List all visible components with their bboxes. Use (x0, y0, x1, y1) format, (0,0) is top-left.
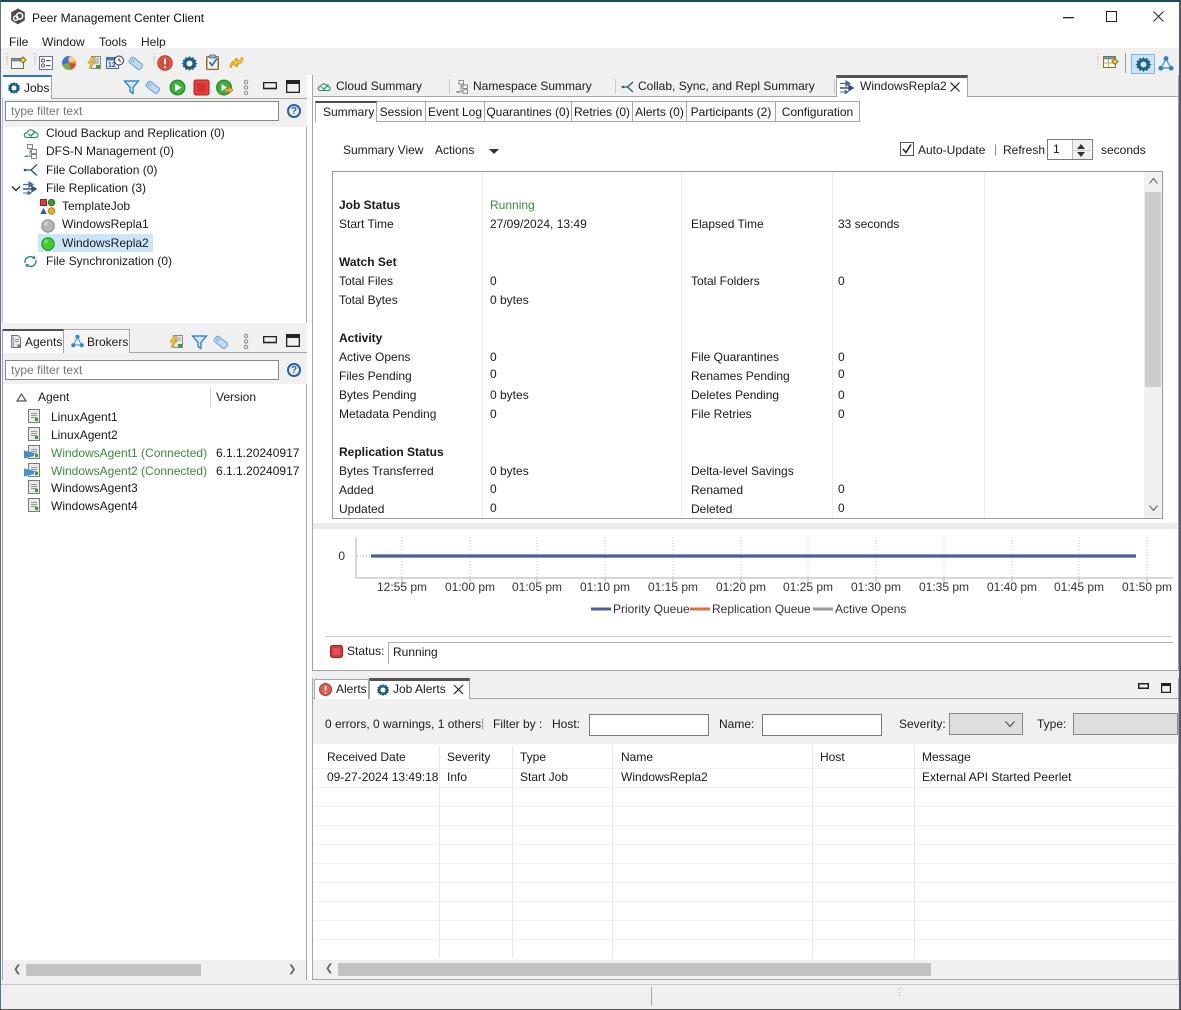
svg-text:01:35 pm: 01:35 pm (919, 580, 969, 594)
svg-text:01:45 pm: 01:45 pm (1054, 580, 1104, 594)
svg-text:Priority Queue: Priority Queue (613, 602, 690, 616)
svg-text:01:15 pm: 01:15 pm (648, 580, 698, 594)
svg-text:Active Opens: Active Opens (835, 602, 906, 616)
svg-text:Replication Queue: Replication Queue (712, 602, 811, 616)
svg-text:0: 0 (338, 549, 345, 563)
svg-text:01:10 pm: 01:10 pm (580, 580, 630, 594)
svg-text:01:50 pm: 01:50 pm (1122, 580, 1172, 594)
svg-text:01:00 pm: 01:00 pm (445, 580, 495, 594)
svg-text:01:05 pm: 01:05 pm (512, 580, 562, 594)
svg-text:01:25 pm: 01:25 pm (783, 580, 833, 594)
svg-text:12:55 pm: 12:55 pm (377, 580, 427, 594)
svg-text:01:40 pm: 01:40 pm (987, 580, 1037, 594)
svg-text:01:30 pm: 01:30 pm (851, 580, 901, 594)
svg-text:01:20 pm: 01:20 pm (716, 580, 766, 594)
